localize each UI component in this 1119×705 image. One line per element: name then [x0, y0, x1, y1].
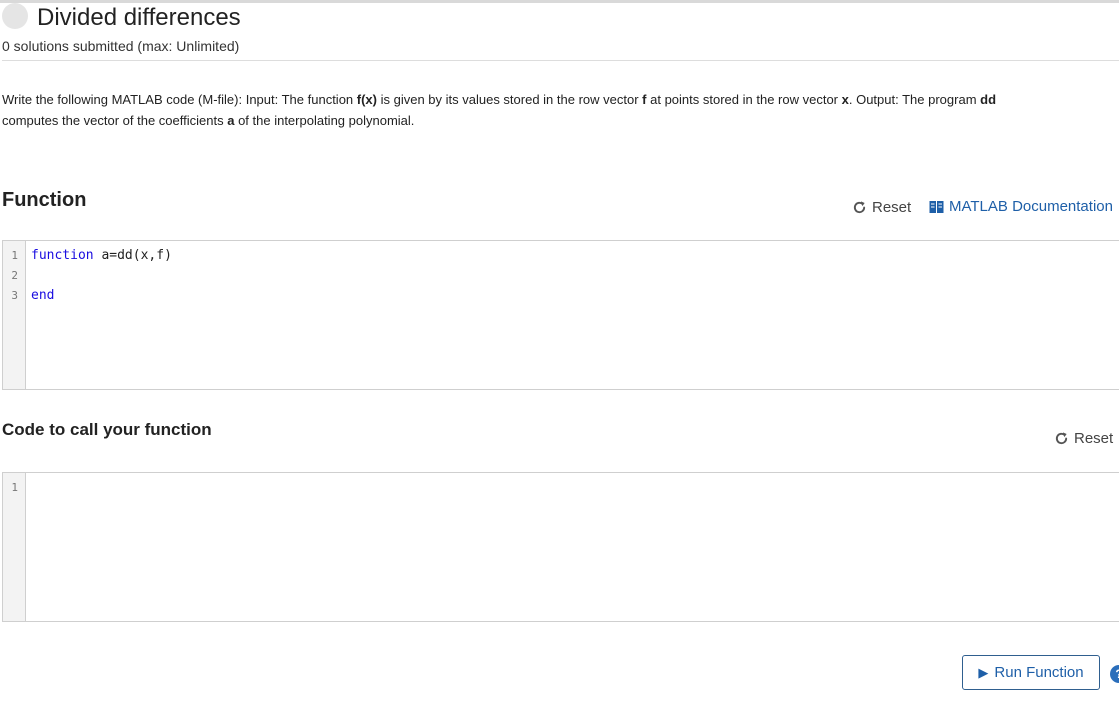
desc-bold: dd — [980, 92, 997, 107]
desc-bold: f(x) — [356, 92, 377, 107]
problem-description: Write the following MATLAB code (M-file)… — [2, 89, 1102, 131]
line-number: 2 — [11, 269, 18, 282]
desc-text: computes the vector of the coefficients — [2, 113, 228, 128]
code-keyword: end — [31, 288, 55, 303]
call-reset-label: Reset — [1074, 430, 1114, 447]
refresh-icon — [1055, 432, 1068, 445]
function-reset-label: Reset — [872, 199, 912, 216]
refresh-icon — [853, 201, 866, 214]
code-line: function a=dd(x,f) — [31, 248, 172, 263]
function-code-editor[interactable]: 1 2 3 function a=dd(x,f) end — [2, 240, 1119, 390]
line-gutter: 1 — [3, 473, 26, 621]
desc-bold: x — [841, 92, 849, 107]
matlab-documentation-label: MATLAB Documentation — [949, 198, 1113, 215]
call-reset-button[interactable]: Reset — [1054, 430, 1113, 447]
line-number: 3 — [11, 289, 18, 302]
header-divider — [2, 60, 1119, 61]
top-rule — [0, 0, 1119, 3]
play-icon: ▶ — [978, 664, 989, 680]
desc-text: . Output: The program — [848, 92, 981, 107]
function-heading: Function — [2, 189, 87, 211]
line-gutter: 1 2 3 — [3, 241, 26, 389]
desc-text: of the interpolating polynomial. — [234, 113, 415, 128]
submission-count: 0 solutions submitted (max: Unlimited) — [2, 38, 240, 54]
call-code-heading: Code to call your function — [2, 420, 212, 439]
book-icon — [929, 200, 944, 213]
function-reset-button[interactable]: Reset — [852, 199, 911, 216]
matlab-documentation-link[interactable]: MATLAB Documentation — [929, 198, 1113, 215]
desc-text: at points stored in the row vector — [646, 92, 842, 107]
code-line: end — [31, 288, 54, 303]
code-keyword: function — [31, 248, 94, 263]
run-function-label: Run Function — [994, 664, 1084, 681]
status-circle-icon — [2, 3, 28, 29]
desc-text: is given by its values stored in the row… — [376, 92, 643, 107]
desc-text: Write the following MATLAB code (M-file)… — [2, 92, 357, 107]
help-icon[interactable]: ? — [1110, 665, 1119, 683]
run-function-button[interactable]: ▶ Run Function — [962, 655, 1100, 690]
line-number: 1 — [11, 481, 18, 494]
problem-title: Divided differences — [37, 4, 241, 31]
line-number: 1 — [11, 249, 18, 262]
call-code-editor[interactable]: 1 — [2, 472, 1119, 622]
code-text: a=dd(x,f) — [93, 248, 172, 263]
